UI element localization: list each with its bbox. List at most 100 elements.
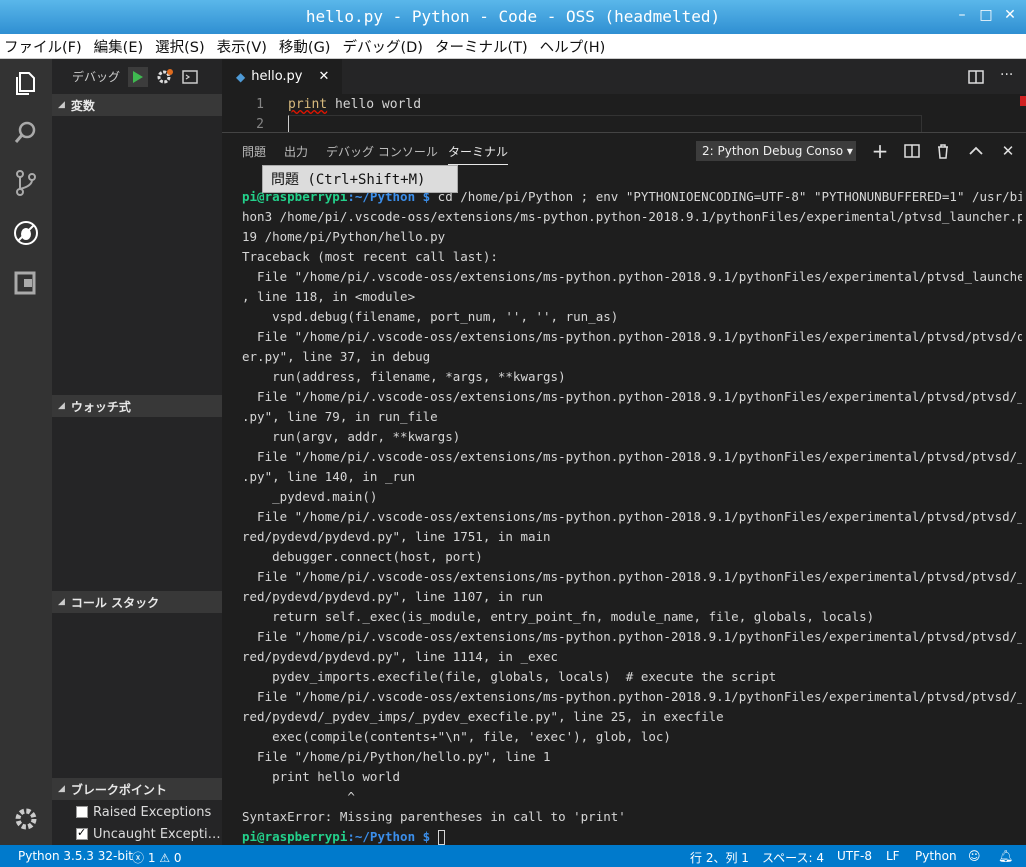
terminal-line: File "/home/pi/.vscode-oss/extensions/ms… [257,629,1022,644]
debug-console-icon[interactable] [182,69,198,84]
menu-go[interactable]: 移動(G) [279,36,331,57]
terminal-command: cd /home/pi/Python ; env "PYTHONIOENCODI… [430,189,1022,204]
debug-title: デバッグ [72,70,121,84]
menu-file[interactable]: ファイル(F) [4,36,82,57]
debug-icon[interactable] [12,219,40,247]
breakpoint-label: Uncaught Excepti… [93,826,221,842]
terminal-line: red/pydevd/pydevd.py", line 1114, in _ex… [242,649,559,664]
tab-hello-py[interactable]: ◆ hello.py ✕ [222,59,342,94]
terminal-line: File "/home/pi/.vscode-oss/extensions/ms… [257,689,1022,704]
tab-terminal[interactable]: ターミナル [448,143,509,165]
code-line: print hello world [288,97,422,112]
terminal-selector[interactable]: 2: Python Debug Conso ▾ [696,141,856,161]
breakpoint-uncaught-exceptions[interactable]: Uncaught Excepti… [76,823,221,845]
status-bar: Python 3.5.3 32-bit ⓧ 1 ⚠ 0 行 2、列 1 スペース… [0,845,1026,867]
debug-toolbar: デバッグ [52,59,222,94]
terminal-line: hon3 /home/pi/.vscode-oss/extensions/ms-… [242,209,1022,224]
terminal-line: run(argv, addr, **kwargs) [272,429,461,444]
line-number: 2 [256,117,264,132]
terminal-line: red/pydevd/pydevd.py", line 1107, in run [242,589,544,604]
watch-section-header[interactable]: ◢ ウォッチ式 [52,395,222,417]
tab-debug-console[interactable]: デバッグ コンソール [326,143,438,160]
new-terminal-icon[interactable]: + [871,141,889,161]
terminal-cursor [437,830,445,845]
language-mode[interactable]: Python [915,849,957,863]
terminal-line: _pydevd.main() [272,489,378,504]
split-editor-icon[interactable] [968,70,984,84]
terminal-line: , line 118, in <module> [242,289,416,304]
menu-terminal[interactable]: ターミナル(T) [435,36,528,57]
extensions-icon[interactable] [12,269,40,297]
menu-help[interactable]: ヘルプ(H) [540,36,606,57]
callstack-section-title: コール スタック [70,595,160,610]
terminal-line: File "/home/pi/.vscode-oss/extensions/ms… [257,569,1022,584]
maximize-panel-icon[interactable] [967,142,985,160]
variables-section-title: 変数 [70,98,95,113]
menu-view[interactable]: 表示(V) [217,36,267,57]
tab-output[interactable]: 出力 [284,143,308,160]
close-window-icon[interactable]: ✕ [1000,7,1020,23]
overview-ruler-error-marker [1020,96,1026,106]
start-debugging-button[interactable] [128,66,149,87]
terminal-line: vspd.debug(filename, port_num, '', '', r… [272,309,619,324]
terminal-line: ^ [347,789,355,804]
close-panel-icon[interactable]: ✕ [999,142,1017,160]
breakpoint-raised-exceptions[interactable]: Raised Exceptions [76,801,211,823]
terminal-line: File "/home/pi/.vscode-oss/extensions/ms… [257,329,1022,344]
terminal-line: .py", line 140, in _run [242,469,416,484]
problems-status[interactable]: ⓧ 1 ⚠ 0 [132,849,182,866]
breakpoints-section-header[interactable]: ◢ ブレークポイント [52,778,222,800]
warning-icon: ⚠ [159,851,171,865]
collapse-chevron-icon: ◢ [58,100,65,110]
tab-problems[interactable]: 問題 [242,143,266,160]
terminal-line: pydev_imports.execfile(file, globals, lo… [272,669,777,684]
terminal-output[interactable]: pi@raspberrypi:~/Python $ cd /home/pi/Py… [242,187,1022,847]
variables-section-header[interactable]: ◢ 変数 [52,94,222,116]
breakpoint-checkbox[interactable] [76,826,88,840]
indentation[interactable]: スペース: 4 [762,849,824,866]
terminal-line: print hello world [272,769,401,784]
terminal-line: File "/home/pi/.vscode-oss/extensions/ms… [257,269,1022,284]
editor-tab-bar: ◆ hello.py ✕ ··· [222,59,1026,94]
terminal-lines: hon3 /home/pi/.vscode-oss/extensions/ms-… [242,209,1022,824]
python-interpreter[interactable]: Python 3.5.3 32-bit [18,849,133,863]
notifications-bell-icon[interactable]: 🔔︎ [998,849,1013,863]
menu-bar: ファイル(F) 編集(E) 選択(S) 表示(V) 移動(G) デバッグ(D) … [0,34,1026,59]
terminal-line: debugger.connect(host, port) [272,549,483,564]
end-of-line[interactable]: LF [886,849,900,863]
close-tab-icon[interactable]: ✕ [319,69,330,84]
split-terminal-icon[interactable] [903,142,921,160]
minimize-icon[interactable]: – [952,7,972,23]
maximize-icon[interactable]: □ [976,7,996,23]
cursor-position[interactable]: 行 2、列 1 [690,849,749,866]
terminal-line: File "/home/pi/.vscode-oss/extensions/ms… [257,449,1022,464]
watch-section-title: ウォッチ式 [70,399,131,414]
debug-settings-icon[interactable] [156,68,174,86]
prompt-user: pi@raspberrypi [242,829,348,844]
code-editor[interactable]: 1 print hello world 2 [222,94,1026,133]
encoding[interactable]: UTF-8 [837,849,872,863]
search-icon[interactable] [12,119,40,147]
activity-bar [0,59,52,845]
menu-selection[interactable]: 選択(S) [155,36,205,57]
explorer-icon[interactable] [12,69,40,97]
terminal-line: exec(compile(contents+"\n", file, 'exec'… [272,729,671,744]
window-titlebar: hello.py - Python - Code - OSS (headmelt… [0,0,1026,34]
callstack-section-header[interactable]: ◢ コール スタック [52,591,222,613]
error-icon: ⓧ [132,851,145,865]
breakpoint-checkbox[interactable] [76,806,88,818]
more-actions-icon[interactable]: ··· [1000,67,1013,83]
settings-gear-icon[interactable] [12,805,40,833]
feedback-smiley-icon[interactable]: ☺ [968,849,981,863]
menu-debug[interactable]: デバッグ(D) [342,36,422,57]
terminal-line: er.py", line 37, in debug [242,349,431,364]
kill-terminal-icon[interactable] [934,142,952,160]
terminal-line: red/pydevd/pydevd.py", line 1751, in mai… [242,529,551,544]
terminal-line: return self._exec(is_module, entry_point… [272,609,875,624]
prompt-path: :~/Python $ [347,829,431,844]
terminal-line: red/pydevd/_pydev_imps/_pydev_execfile.p… [242,709,724,724]
source-control-icon[interactable] [12,169,40,197]
menu-edit[interactable]: 編集(E) [94,36,143,57]
terminal-line: run(address, filename, *args, **kwargs) [272,369,566,384]
terminal-line: Traceback (most recent call last): [242,249,498,264]
